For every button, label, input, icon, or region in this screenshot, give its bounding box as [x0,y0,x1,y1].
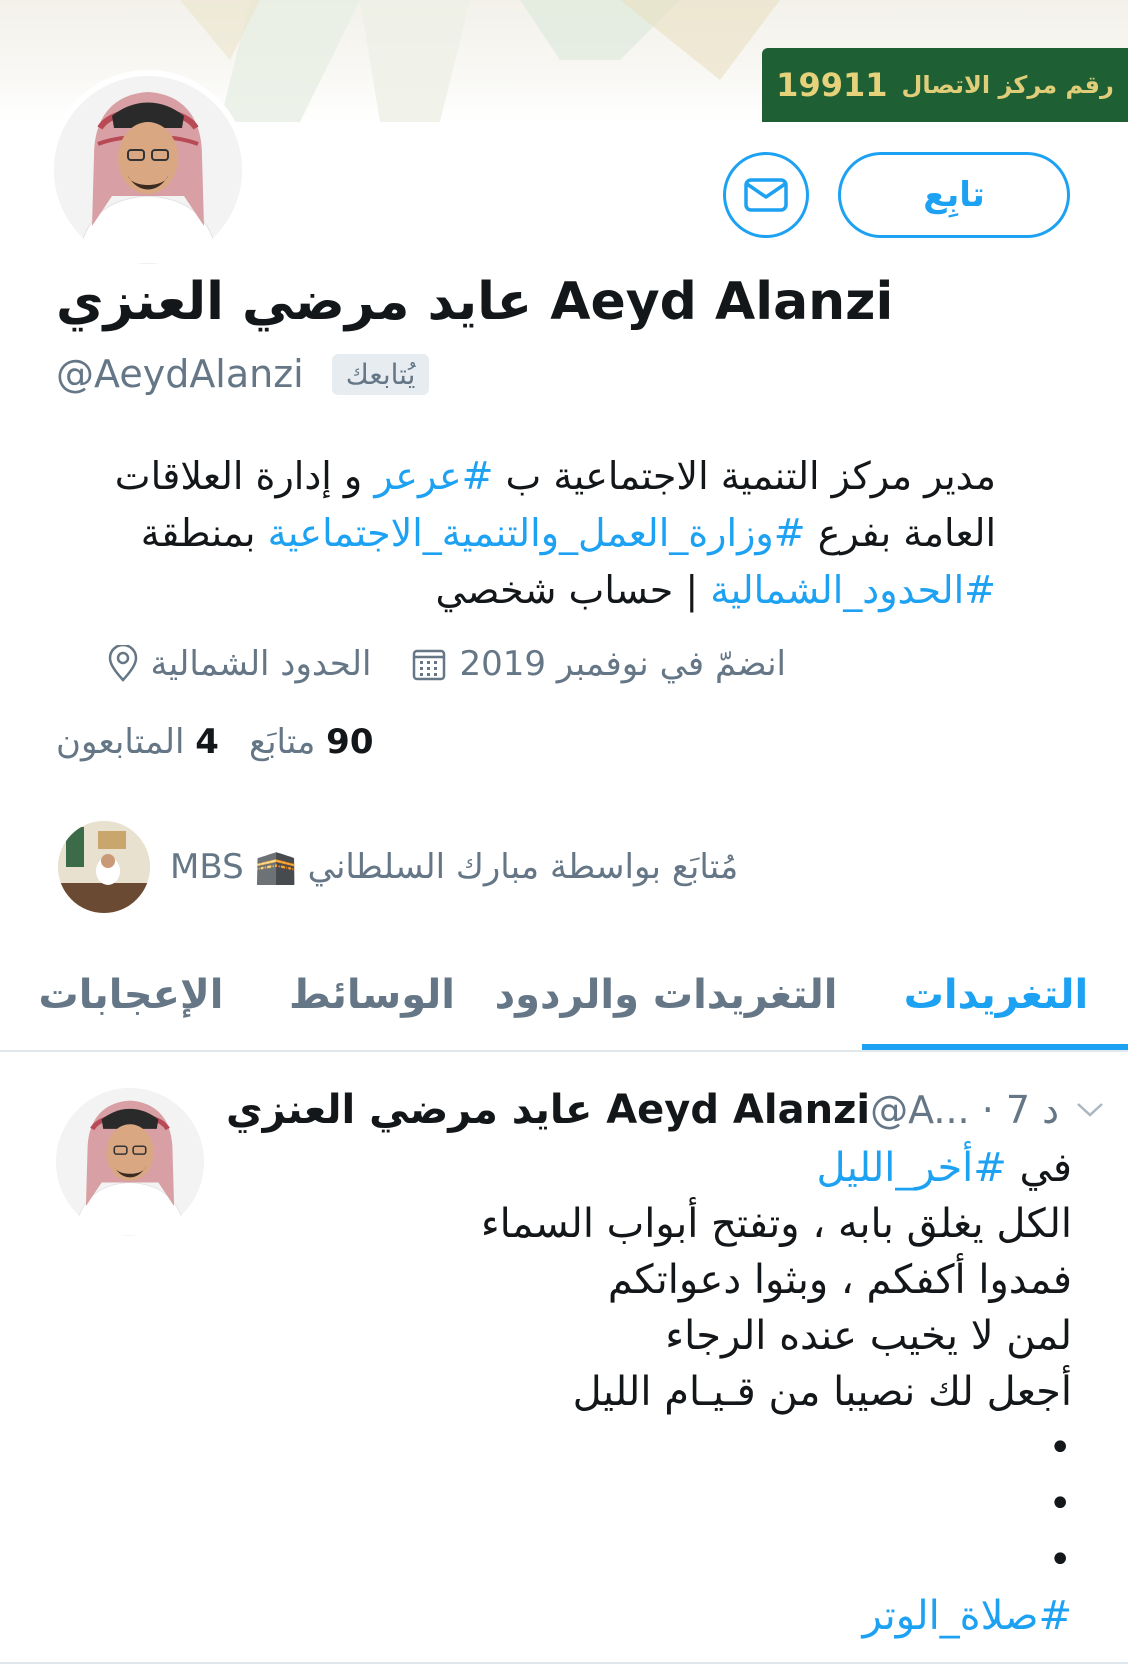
tweet-text: في [1006,1145,1072,1191]
follower-avatar [58,821,150,913]
joined-date: انضمّ في نوفمبر 2019 [411,644,786,684]
profile-tabs: التغريدات التغريدات والردود الوسائط الإع… [0,940,1128,1052]
tab-media[interactable]: الوسائط [286,940,458,1050]
tab-tweets[interactable]: التغريدات [876,940,1116,1050]
tweet-avatar[interactable] [56,1088,204,1236]
profile-meta: انضمّ في نوفمبر 2019 الحدود الشمالية [56,640,786,688]
tweet-line: لمن لا يخيب عنده الرجاء [665,1313,1072,1359]
follow-counts: 90 متابَع 4 المتابعون [56,722,374,762]
person-photo-icon [56,1088,204,1236]
followers-number: 4 [195,722,219,762]
tweet-body: في #أخر_الليل الكل يغلق بابه ، وتفتح أبو… [226,1140,1072,1644]
bio-text: العامة بفرع [805,511,996,555]
hotline-badge: رقم مركز الاتصال 19911 [762,48,1128,122]
joined-text: انضمّ في نوفمبر 2019 [459,644,786,684]
divider [0,1662,1128,1664]
hotline-number: 19911 [776,66,888,104]
followed-by[interactable]: مُتابَع بواسطة مبارك السلطاني 🕋 MBS [58,821,798,913]
bio-line-1: مدير مركز التنمية الاجتماعية ب #عرعر و إ… [56,448,996,505]
person-photo-icon [54,76,242,264]
location-text: الحدود الشمالية [150,644,372,684]
bio-line-2: العامة بفرع #وزارة_العمل_والتنمية_الاجتم… [56,505,996,562]
location-pin-icon [108,645,137,682]
envelope-icon [744,178,788,212]
tweet-line: #صلاة_الوتر [226,1588,1072,1644]
follows-you-badge: يُتابعك [331,353,430,395]
tab-tweets-replies[interactable]: التغريدات والردود [495,940,838,1050]
tweet-dot: • [1048,1425,1072,1471]
bio-text: و إدارة العلاقات [114,454,375,498]
following-count[interactable]: 90 متابَع [249,722,374,762]
tweet-line: أجعل لك نصيبا من قـيـام الليل [572,1369,1072,1415]
location: الحدود الشمالية [107,644,372,684]
tweet-line: فمدوا أكفكم ، وبثوا دعواتكم [607,1257,1072,1303]
followers-label: المتابعون [56,722,185,762]
calendar-icon [413,649,446,681]
tweet-author-name[interactable]: عايد مرضي العنزي Aeyd Alanzi [226,1087,870,1133]
following-label: متابَع [248,722,316,762]
bio-text: مدير مركز التنمية الاجتماعية ب [493,454,996,498]
user-handle: @AeydAlanzi [56,352,304,396]
hashtag-link[interactable]: #الحدود_الشمالية [710,568,996,612]
follow-button[interactable]: تابِع [838,152,1070,238]
handle-row: @AeydAlanzi يُتابعك [56,352,430,396]
avatar [54,76,242,264]
bio: مدير مركز التنمية الاجتماعية ب #عرعر و إ… [56,448,996,619]
followers-count[interactable]: 4 المتابعون [56,722,219,762]
hashtag-link[interactable]: #أخر_الليل [816,1145,1006,1191]
hashtag-link[interactable]: #وزارة_العمل_والتنمية_الاجتماعية [268,511,806,555]
followed-by-text: مُتابَع بواسطة مبارك السلطاني 🕋 MBS [170,847,739,887]
active-tab-indicator [862,1044,1128,1050]
bio-text: بمنطقة [140,511,268,555]
person-photo-icon [58,821,150,913]
tab-likes[interactable]: الإعجابات [38,940,224,1050]
tweet-dot: • [1048,1481,1072,1527]
following-number: 90 [326,722,374,762]
tweet-dot: • [1048,1537,1072,1583]
bio-line-3: #الحدود_الشمالية | حساب شخصي [56,562,996,619]
hotline-label: رقم مركز الاتصال [901,71,1114,99]
bio-text: | حساب شخصي [435,568,711,612]
tweet-handle-time: @A... · 7 د [870,1088,1060,1132]
tweet-header: عايد مرضي العنزي Aeyd Alanzi @A... · 7 د [226,1082,1103,1138]
display-name: عايد مرضي العنزي Aeyd Alanzi [56,272,894,332]
tweet-line: الكل يغلق بابه ، وتفتح أبواب السماء [480,1201,1072,1247]
hashtag-link[interactable]: #عرعر [374,454,493,498]
profile-page: رقم مركز الاتصال 19911 تابِع عايد مرضي ا… [0,0,1128,1669]
tweet-meta: @A... · 7 د [870,1088,1105,1132]
profile-avatar[interactable] [48,70,248,270]
tweet-line: في #أخر_الليل [226,1140,1072,1196]
message-button[interactable] [723,152,809,238]
hashtag-link[interactable]: #صلاة_الوتر [863,1593,1072,1639]
chevron-down-icon[interactable] [1075,1100,1105,1120]
